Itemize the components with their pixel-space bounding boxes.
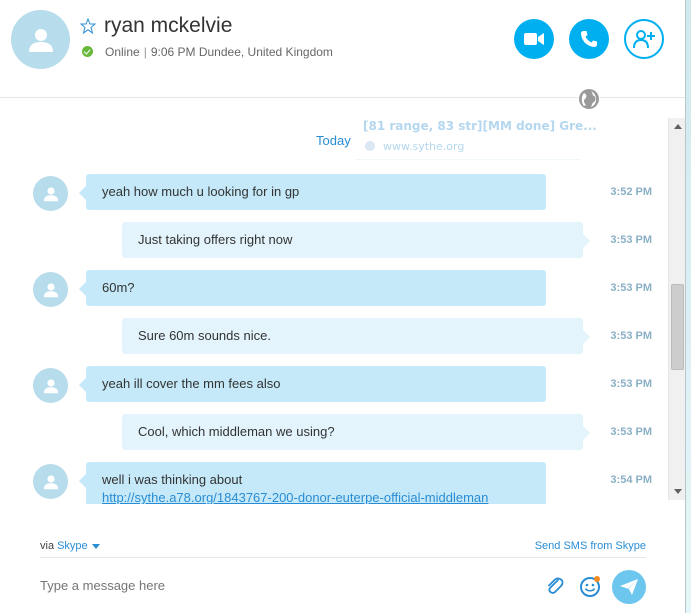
message-text: well i was thinking about <box>102 472 243 487</box>
contact-avatar[interactable] <box>11 10 70 69</box>
audio-call-button[interactable] <box>569 19 609 59</box>
sender-avatar[interactable] <box>33 272 68 307</box>
presence-text: Online <box>105 45 140 59</box>
scroll-up-button[interactable] <box>669 118 686 135</box>
add-person-icon <box>633 30 655 49</box>
send-sms-link[interactable]: Send SMS from Skype <box>535 540 646 552</box>
person-silhouette-icon <box>43 282 58 297</box>
message-input[interactable] <box>40 578 520 593</box>
local-time: 9:06 PM Dundee, United Kingdom <box>150 45 333 59</box>
incoming-message: yeah how much u looking for in gp <box>79 174 546 210</box>
paper-plane-icon <box>620 579 638 595</box>
person-silhouette-icon <box>43 378 58 393</box>
star-outline-icon[interactable] <box>80 18 96 34</box>
outgoing-message: Just taking offers right now <box>122 222 590 258</box>
sender-avatar[interactable] <box>33 368 68 403</box>
message-row: Sure 60m sounds nice. 3:53 PM <box>0 318 670 358</box>
message-link[interactable]: http://sythe.a78.org/1843767-200-donor-e… <box>102 489 546 504</box>
site-favicon-icon <box>365 141 375 151</box>
message-time: 3:54 PM <box>610 474 652 486</box>
video-camera-icon <box>524 33 544 45</box>
person-silhouette-icon <box>43 474 58 489</box>
via-service-selector[interactable]: Skype <box>57 540 88 552</box>
message-row: yeah how much u looking for in gp 3:52 P… <box>0 174 670 214</box>
link-preview-ghost: [81 range, 83 str][MM done] Gre... www.s… <box>355 115 597 160</box>
window-edge <box>685 0 691 613</box>
video-call-button[interactable] <box>514 19 554 59</box>
sender-avatar[interactable] <box>33 176 68 211</box>
message-time: 3:53 PM <box>610 378 652 390</box>
chevron-down-icon[interactable] <box>91 543 100 549</box>
contact-name[interactable]: ryan mckelvie <box>104 14 232 38</box>
message-time: 3:53 PM <box>610 426 652 438</box>
incoming-message: yeah ill cover the mm fees also <box>79 366 546 402</box>
message-time: 3:53 PM <box>610 234 652 246</box>
link-preview-title: [81 range, 83 str][MM done] Gre... <box>363 119 597 133</box>
chat-scrollbar[interactable] <box>668 118 685 500</box>
person-silhouette-icon <box>43 186 58 201</box>
person-silhouette-icon <box>28 28 53 52</box>
online-status-icon <box>82 46 93 57</box>
incoming-message: 60m? <box>79 270 546 306</box>
scroll-thumb[interactable] <box>671 284 684 370</box>
message-time: 3:53 PM <box>610 282 652 294</box>
chevron-down-icon <box>673 489 682 494</box>
add-people-button[interactable] <box>624 19 664 59</box>
message-time: 3:53 PM <box>610 330 652 342</box>
send-button[interactable] <box>612 570 646 604</box>
outgoing-message: Cool, which middleman we using? <box>122 414 590 450</box>
scroll-down-button[interactable] <box>669 483 686 500</box>
phone-icon <box>581 31 597 47</box>
via-label: via <box>40 540 55 552</box>
message-row: 60m? 3:53 PM <box>0 270 670 310</box>
delivery-bar: via Skype Send SMS from Skype <box>40 540 646 558</box>
status-separator: | <box>143 45 147 59</box>
outgoing-message: Sure 60m sounds nice. <box>122 318 590 354</box>
sender-avatar[interactable] <box>33 464 68 499</box>
status-line: Online | 9:06 PM Dundee, United Kingdom <box>105 45 333 59</box>
message-history[interactable]: [81 range, 83 str][MM done] Gre... www.s… <box>0 99 685 504</box>
incoming-message: well i was thinking about http://sythe.a… <box>79 462 546 504</box>
emoticon-icon[interactable] <box>579 575 601 597</box>
paperclip-icon[interactable] <box>544 575 566 597</box>
chevron-up-icon <box>673 124 682 129</box>
message-time: 3:52 PM <box>610 186 652 198</box>
message-row: well i was thinking about http://sythe.a… <box>0 462 670 504</box>
message-row: Just taking offers right now 3:53 PM <box>0 222 670 262</box>
message-row: Cool, which middleman we using? 3:53 PM <box>0 414 670 454</box>
message-row: yeah ill cover the mm fees also 3:53 PM <box>0 366 670 406</box>
conversation-header: ryan mckelvie Online | 9:06 PM Dundee, Uni… <box>0 0 685 98</box>
date-divider: Today <box>316 133 351 148</box>
link-preview-url: www.sythe.org <box>383 140 465 153</box>
